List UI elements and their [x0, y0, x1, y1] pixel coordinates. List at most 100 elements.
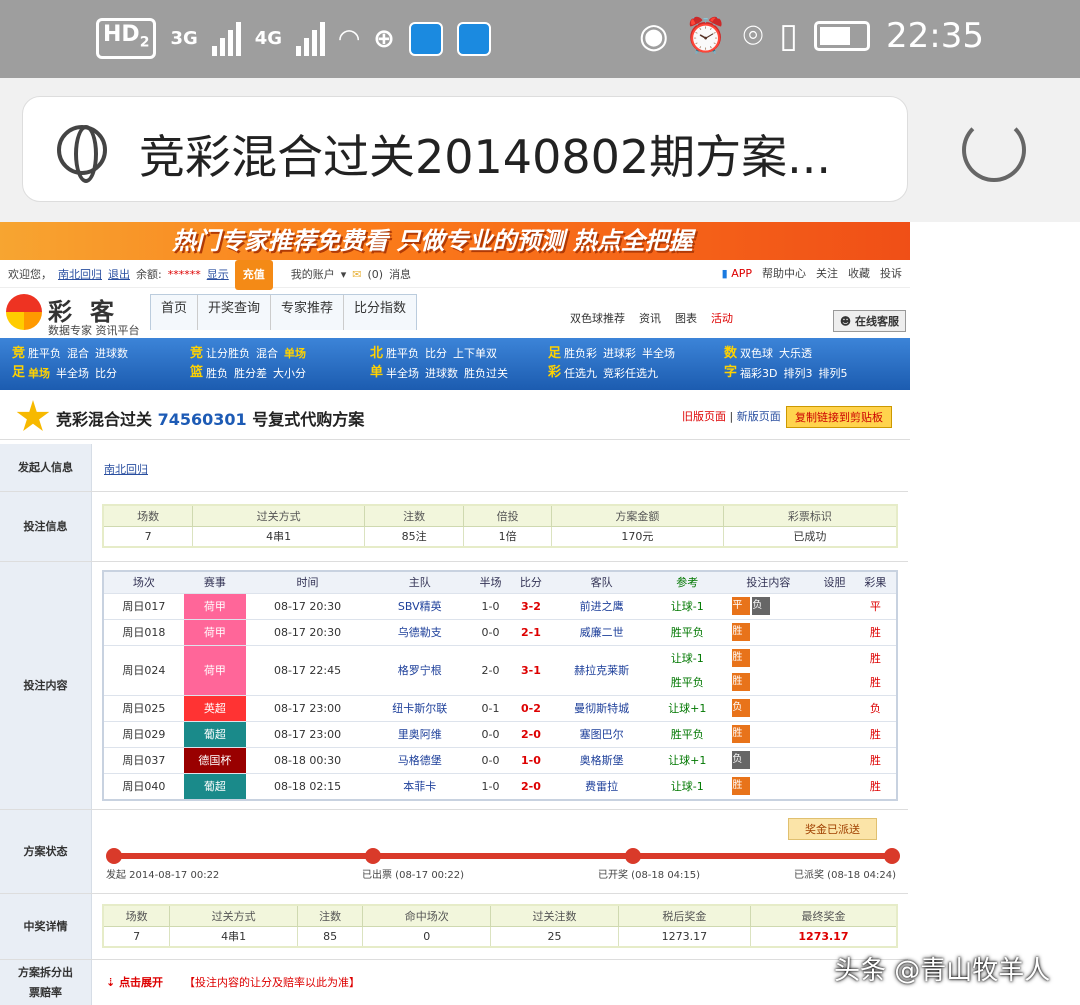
table-header: 命中场次	[362, 904, 492, 927]
banker-cell	[814, 694, 855, 721]
lottery-link[interactable]: 福彩3D	[740, 367, 777, 380]
table-header: 过关方式	[169, 904, 298, 927]
sponsor-label: 发起人信息	[0, 444, 92, 491]
nav-ssq[interactable]: 双色球推荐	[570, 310, 625, 326]
lottery-group-tag: 竞足	[12, 346, 26, 380]
reload-icon[interactable]	[962, 118, 1026, 182]
pick-badge: 平	[732, 597, 751, 615]
lottery-link[interactable]: 进球彩	[603, 347, 636, 360]
lottery-link[interactable]: 胜负彩	[564, 347, 597, 360]
promo-banner[interactable]: 热门专家推荐免费看 只做专业的预测 热点全把握	[0, 222, 910, 260]
username-link[interactable]: 南北回归	[58, 261, 102, 289]
lottery-link[interactable]: 胜负过关	[464, 367, 508, 380]
progress-dot	[884, 848, 900, 864]
cell-score: 1-0	[520, 753, 541, 767]
lottery-group-tag: 北单	[370, 346, 384, 380]
table-header: 彩票标识	[722, 504, 898, 527]
lottery-link[interactable]: 胜平负	[28, 347, 61, 360]
lottery-link[interactable]: 让分胜负	[206, 347, 250, 360]
cell-ref: 胜平负	[670, 728, 704, 741]
table-header: 赛事	[183, 571, 246, 593]
cell-no: 周日040	[122, 780, 166, 793]
nav-home[interactable]: 首页	[151, 295, 199, 330]
complaint-link[interactable]: 投诉	[880, 260, 902, 288]
location-icon: ⌾	[742, 16, 764, 56]
lottery-link[interactable]: 半全场	[56, 367, 89, 380]
message-count: (0)	[367, 268, 384, 281]
nav-charts[interactable]: 图表	[675, 310, 697, 326]
lottery-link[interactable]: 进球数	[425, 367, 458, 380]
lottery-link[interactable]: 大乐透	[779, 347, 812, 360]
bet-content-label: 投注内容	[0, 562, 92, 809]
lottery-link[interactable]: 混合	[256, 347, 278, 360]
pick-badge: 负	[752, 597, 771, 615]
lottery-link[interactable]: 双色球	[740, 347, 773, 360]
lottery-link[interactable]: 混合	[67, 347, 89, 360]
lottery-link[interactable]: 半全场	[386, 367, 419, 380]
nav-activity[interactable]: 活动	[711, 310, 733, 326]
vibrate-icon: ▯	[779, 16, 799, 56]
lottery-link[interactable]: 任选九	[564, 367, 597, 380]
browser-toolbar: 竞彩混合过关20140802期方案...	[0, 78, 1080, 222]
app-link[interactable]: ▮ APP	[722, 260, 752, 288]
table-cell: 4串1	[192, 525, 365, 548]
plan-status-label: 方案状态	[0, 810, 92, 893]
split-section: 方案拆分出票赔率 ⇣ 点击展开 【投注内容的让分及赔率以此为准】	[0, 960, 908, 1005]
new-page-link[interactable]: 新版页面	[737, 410, 781, 423]
online-service-button[interactable]: ☻ 在线客服	[832, 310, 906, 332]
follow-link[interactable]: 关注	[816, 260, 838, 288]
cell-result: 胜	[869, 754, 881, 767]
nav-news[interactable]: 资讯	[639, 310, 661, 326]
banker-cell	[814, 720, 855, 747]
app-notification-icon-2	[456, 21, 491, 56]
caike-logo[interactable]	[6, 294, 42, 330]
lottery-link[interactable]: 胜平负	[386, 347, 419, 360]
url-bar[interactable]: 竞彩混合过关20140802期方案...	[22, 96, 908, 202]
banker-cell	[814, 772, 855, 800]
my-account-menu[interactable]: 我的账户	[291, 261, 335, 289]
lottery-link[interactable]: 单场	[284, 347, 306, 360]
lottery-link[interactable]: 胜负	[206, 367, 228, 380]
cell-half: 0-1	[481, 701, 500, 715]
logo-subtitle: 数据专家 资讯平台	[48, 324, 140, 337]
old-page-link[interactable]: 旧版页面	[682, 410, 726, 423]
table-cell: 1273.17	[617, 925, 751, 948]
step-paid: 已派奖 (08-18 04:24)	[794, 870, 897, 881]
recharge-button[interactable]: 充值	[234, 260, 273, 290]
lottery-link[interactable]: 比分	[425, 347, 447, 360]
nav-expert[interactable]: 专家推荐	[271, 295, 345, 330]
lottery-link[interactable]: 比分	[95, 367, 117, 380]
lottery-link[interactable]: 排列3	[783, 367, 812, 380]
cell-away: 塞图巴尔	[579, 728, 624, 741]
lottery-link[interactable]: 进球数	[95, 347, 128, 360]
nav-odds[interactable]: 比分指数	[344, 295, 416, 330]
table-header: 时间	[245, 571, 370, 593]
lottery-link[interactable]: 单场	[28, 367, 50, 380]
help-link[interactable]: 帮助中心	[762, 260, 806, 288]
lottery-link[interactable]: 竞彩任选九	[603, 367, 658, 380]
lottery-link[interactable]: 排列5	[818, 367, 847, 380]
lottery-group: 竞篮 让分胜负 混合 单场 胜负 胜分差 大小分	[190, 344, 312, 384]
cell-home: 格罗宁根	[397, 664, 442, 677]
lottery-link[interactable]: 上下单双	[453, 347, 497, 360]
table-cell: 0	[362, 925, 492, 948]
cell-half: 0-0	[481, 727, 500, 741]
logout-link[interactable]: 退出	[108, 261, 130, 289]
wifi-icon: ◠	[339, 23, 360, 54]
table-header: 倍投	[463, 504, 553, 527]
phone-icon: ▮	[721, 267, 728, 280]
copy-link-button[interactable]: 复制链接到剪贴板	[786, 406, 892, 428]
cell-result: 胜	[869, 626, 881, 639]
favorite-link[interactable]: 收藏	[848, 260, 870, 288]
lottery-link[interactable]: 大小分	[273, 367, 306, 380]
lottery-link[interactable]: 半全场	[642, 347, 675, 360]
show-balance-link[interactable]: 显示	[207, 261, 229, 289]
messages-link[interactable]: 消息	[389, 261, 411, 289]
nav-lottery-results[interactable]: 开奖查询	[198, 295, 272, 330]
table-cell: 4串1	[169, 925, 298, 948]
lottery-link[interactable]: 胜分差	[234, 367, 267, 380]
expand-link[interactable]: ⇣ 点击展开	[106, 974, 163, 990]
split-label: 方案拆分出票赔率	[0, 960, 92, 1005]
sponsor-name-link[interactable]: 南北回归	[104, 461, 148, 477]
arrow-down-icon: ⇣	[106, 976, 116, 989]
